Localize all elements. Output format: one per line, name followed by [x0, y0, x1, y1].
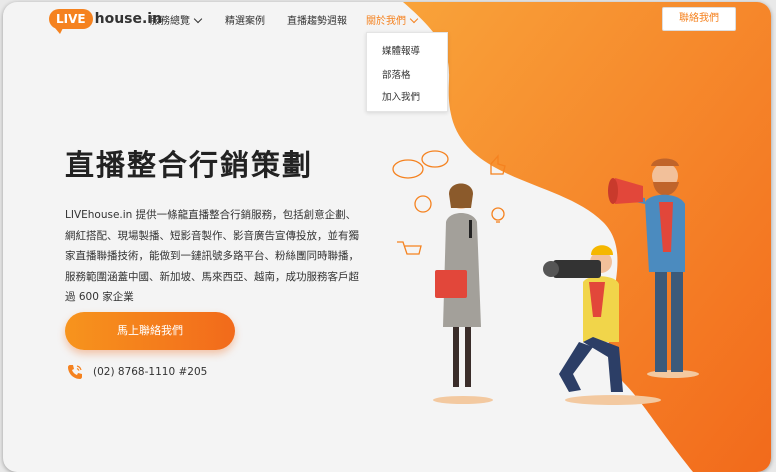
chevron-down-icon [409, 14, 419, 24]
lightbulb-doodle [491, 207, 505, 223]
nav-services-label: 服務總覽 [150, 16, 190, 27]
menu-item-media[interactable]: 媒體報導 [382, 43, 420, 57]
chevron-down-icon [193, 14, 203, 24]
megaphone-man-figure [608, 158, 699, 378]
logo-bubble: LIVE [49, 9, 93, 34]
about-dropdown-menu: 媒體報導 部落格 加入我們 [366, 32, 448, 112]
nav-services[interactable]: 服務總覽 [150, 12, 203, 27]
menu-item-blog[interactable]: 部落格 [382, 67, 411, 81]
nav-about[interactable]: 關於我們 [366, 12, 419, 27]
presenter-figure [433, 183, 493, 404]
logo[interactable]: LIVE house.in [49, 7, 162, 34]
live-streaming-illustration [392, 150, 699, 405]
hero-title: 直播整合行銷策劃 [65, 148, 314, 182]
hero-description: LIVEhouse.in 提供一條龍直播整合行銷服務，包括創意企劃、網紅搭配、現… [65, 209, 359, 303]
nav-weekly[interactable]: 直播趨勢週報 [287, 12, 347, 27]
contact-us-button[interactable]: 聯絡我們 [662, 7, 736, 31]
nav-cases[interactable]: 精選案例 [225, 12, 265, 27]
phone-icon [68, 365, 82, 379]
contact-now-button[interactable]: 馬上聯絡我們 [65, 312, 235, 350]
top-navigation: LIVE house.in 服務總覽 精選案例 直播趨勢週報 關於我們 聯絡我們 [3, 2, 771, 36]
phone-number: (02) 8768-1110 #205 [93, 366, 208, 378]
phone-contact[interactable]: (02) 8768-1110 #205 [67, 364, 207, 380]
browser-frame: LIVE house.in 服務總覽 精選案例 直播趨勢週報 關於我們 聯絡我們… [3, 2, 771, 472]
menu-item-join[interactable]: 加入我們 [382, 89, 420, 103]
cameraman-figure [543, 245, 661, 405]
nav-about-label: 關於我們 [366, 16, 406, 27]
